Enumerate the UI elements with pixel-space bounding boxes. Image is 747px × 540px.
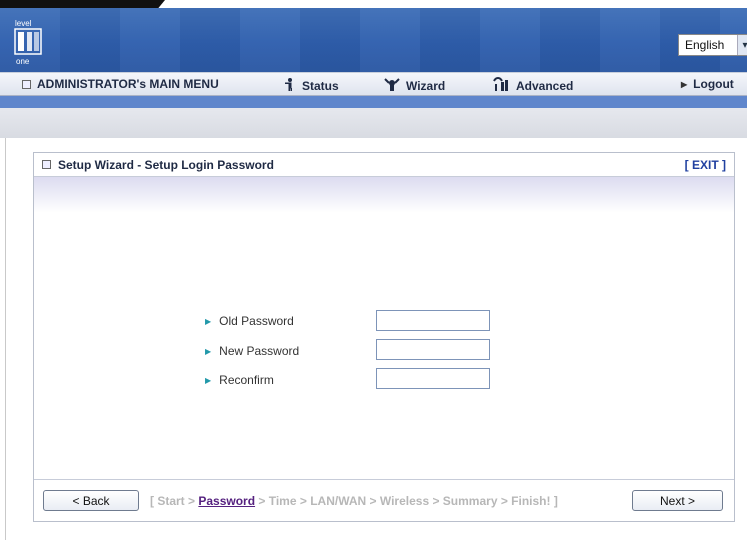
chevron-down-icon[interactable]: ▾	[737, 35, 747, 55]
setup-wizard-panel: Setup Wizard - Setup Login Password [ EX…	[33, 152, 735, 522]
reconfirm-label-row: ▶ Reconfirm	[205, 373, 274, 387]
main-menu-bar: ADMINISTRATOR's MAIN MENU Status Wizard …	[0, 72, 747, 96]
wizard-steps: [ Start > Password > Time > LAN/WAN > Wi…	[150, 494, 558, 508]
admin-menu-label: ADMINISTRATOR's MAIN MENU	[37, 77, 219, 91]
wizard-icon	[384, 77, 400, 94]
bottom-divider	[34, 479, 734, 480]
old-password-field[interactable]	[376, 310, 490, 331]
triangle-right-icon: ▶	[205, 346, 212, 356]
left-border-line	[5, 138, 6, 540]
menu-status[interactable]: Status	[283, 77, 339, 94]
reconfirm-label: Reconfirm	[219, 373, 274, 387]
new-password-label-row: ▶ New Password	[205, 344, 299, 358]
reconfirm-field[interactable]	[376, 368, 490, 389]
header: level one English ▾	[0, 8, 747, 72]
level-one-logo: level one	[14, 18, 44, 66]
square-icon	[42, 160, 51, 169]
panel-title: Setup Wizard - Setup Login Password	[58, 157, 274, 172]
panel-title-bar: Setup Wizard - Setup Login Password [ EX…	[34, 153, 734, 177]
advanced-icon	[492, 77, 510, 94]
menu-wizard[interactable]: Wizard	[384, 77, 445, 94]
wizard-label: Wizard	[406, 78, 446, 93]
logout-label: Logout	[693, 77, 734, 91]
triangle-right-icon: ▶	[681, 79, 688, 89]
next-button[interactable]: Next >	[632, 490, 723, 511]
triangle-right-icon: ▶	[205, 316, 212, 326]
old-password-label: Old Password	[219, 314, 294, 328]
new-password-label: New Password	[219, 344, 300, 358]
back-button[interactable]: < Back	[43, 490, 139, 511]
menu-advanced[interactable]: Advanced	[492, 77, 573, 94]
steps-prefix: [ Start >	[150, 494, 199, 508]
steps-suffix: > Time > LAN/WAN > Wireless > Summary > …	[255, 494, 558, 508]
person-icon	[283, 77, 296, 94]
gray-band	[0, 108, 747, 138]
top-fragment	[0, 0, 165, 8]
svg-text:one: one	[16, 57, 30, 66]
status-label: Status	[302, 78, 339, 93]
old-password-label-row: ▶ Old Password	[205, 314, 294, 328]
blue-strip	[0, 96, 747, 108]
svg-text:level: level	[15, 19, 32, 28]
language-select[interactable]: English ▾	[678, 34, 747, 56]
new-password-field[interactable]	[376, 339, 490, 360]
advanced-label: Advanced	[516, 78, 574, 93]
current-step-link[interactable]: Password	[198, 494, 255, 508]
logout-link[interactable]: ▶ Logout	[681, 77, 734, 91]
admin-main-menu[interactable]: ADMINISTRATOR's MAIN MENU	[22, 77, 219, 91]
panel-gradient	[34, 177, 734, 213]
triangle-right-icon: ▶	[205, 375, 212, 385]
square-icon	[22, 79, 31, 89]
exit-link[interactable]: [ EXIT ]	[685, 158, 726, 172]
language-value: English	[685, 38, 725, 52]
